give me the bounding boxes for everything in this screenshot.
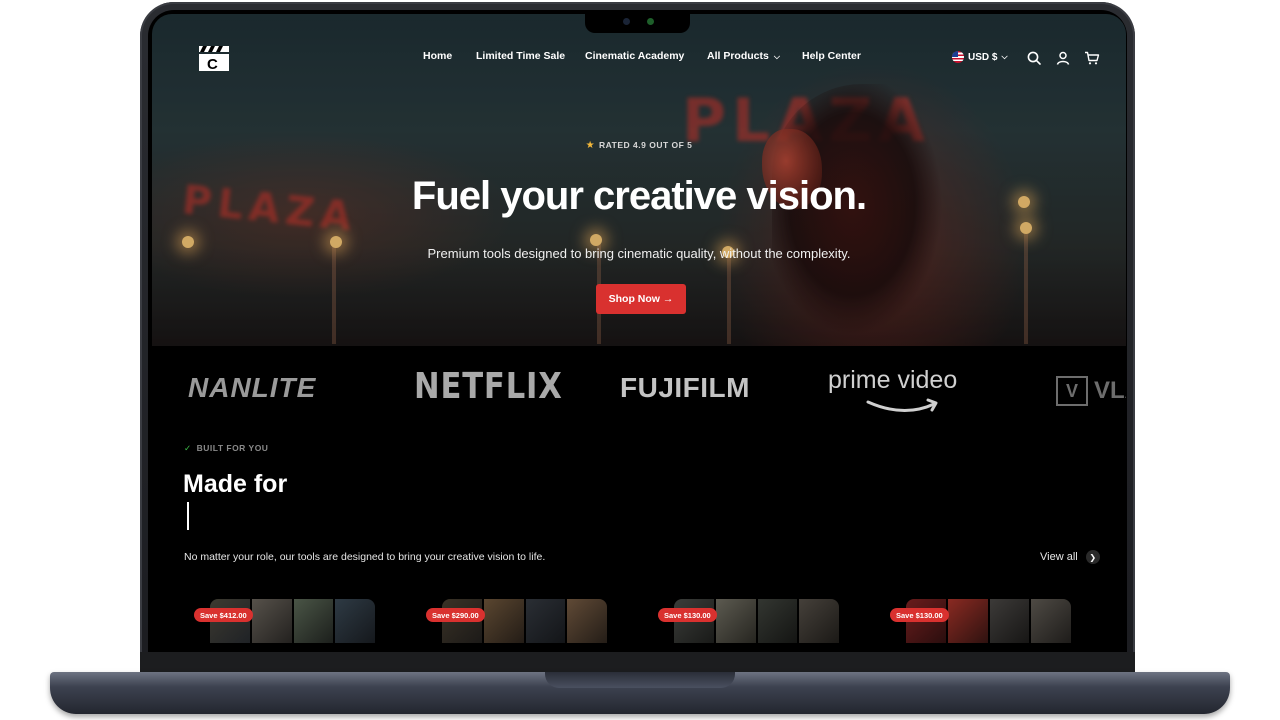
section-description: No matter your role, our tools are desig… <box>184 551 546 563</box>
brand-logo-nanlite: NANLITE <box>188 372 317 403</box>
brand-logo-vla-text: VLA <box>1094 377 1126 404</box>
vla-v-mark-icon: V <box>1056 376 1088 406</box>
brand-logo-netflix: NETFLIX <box>414 366 563 407</box>
currency-selector[interactable]: USD $ ⌵ <box>952 51 1008 63</box>
brand-logo-prime-video: prime video <box>828 366 958 394</box>
discount-badge: Save $130.00 <box>890 608 949 622</box>
discount-badge: Save $412.00 <box>194 608 253 622</box>
nav-all-products-label: All Products <box>707 50 769 62</box>
section-title: Made for <box>183 470 288 498</box>
nav-limited-time-sale[interactable]: Limited Time Sale <box>476 50 565 62</box>
brand-logos-strip: NANLITE NETFLIX FUJIFILM prime video V V… <box>152 346 1126 434</box>
rating-text: RATED 4.9 OUT OF 5 <box>599 140 693 150</box>
cart-icon[interactable] <box>1084 50 1100 66</box>
prime-smile-icon <box>866 398 938 413</box>
nav-cinematic-academy[interactable]: Cinematic Academy <box>585 50 684 62</box>
website-screen: PLAZA PLAZA C Home Limited Time Sale Cin… <box>152 14 1126 652</box>
view-all-label: View all <box>1040 551 1078 563</box>
star-icon: ★ <box>585 140 596 151</box>
rating-badge: ★ RATED 4.9 OUT OF 5 <box>152 140 1126 151</box>
shop-now-button[interactable]: Shop Now → <box>596 284 686 314</box>
discount-badge: Save $130.00 <box>658 608 717 622</box>
camera-lens-icon <box>623 18 630 25</box>
camera-led-icon <box>647 18 654 25</box>
currency-label: USD $ <box>968 51 998 63</box>
screen-bottom-bezel <box>140 652 1135 672</box>
discount-badge: Save $290.00 <box>426 608 485 622</box>
section-eyebrow: ✓ BUILT FOR YOU <box>184 443 268 454</box>
hero-headline: Fuel your creative vision. <box>411 174 867 218</box>
camera-notch <box>585 10 690 33</box>
search-icon[interactable] <box>1026 50 1042 66</box>
nav-help-center[interactable]: Help Center <box>802 50 861 62</box>
nav-home[interactable]: Home <box>423 50 452 62</box>
chevron-right-icon: ❯ <box>1085 550 1100 564</box>
account-icon[interactable] <box>1055 50 1071 66</box>
laptop-opening-notch <box>545 672 735 688</box>
hero-subheadline: Premium tools designed to bring cinemati… <box>427 246 851 261</box>
check-icon: ✓ <box>184 443 192 453</box>
eyebrow-text: BUILT FOR YOU <box>196 443 269 453</box>
chevron-down-icon: ⌵ <box>773 52 780 61</box>
typing-cursor <box>187 502 189 530</box>
view-all-link[interactable]: View all ❯ <box>1040 550 1100 564</box>
nav-all-products[interactable]: All Products ⌵ <box>707 50 780 62</box>
brand-logo-vla: V VLA <box>1056 376 1126 406</box>
brand-logo-fujifilm: FUJIFILM <box>620 372 750 403</box>
chevron-down-icon: ⌵ <box>1001 52 1008 61</box>
flag-us-icon <box>952 51 964 63</box>
